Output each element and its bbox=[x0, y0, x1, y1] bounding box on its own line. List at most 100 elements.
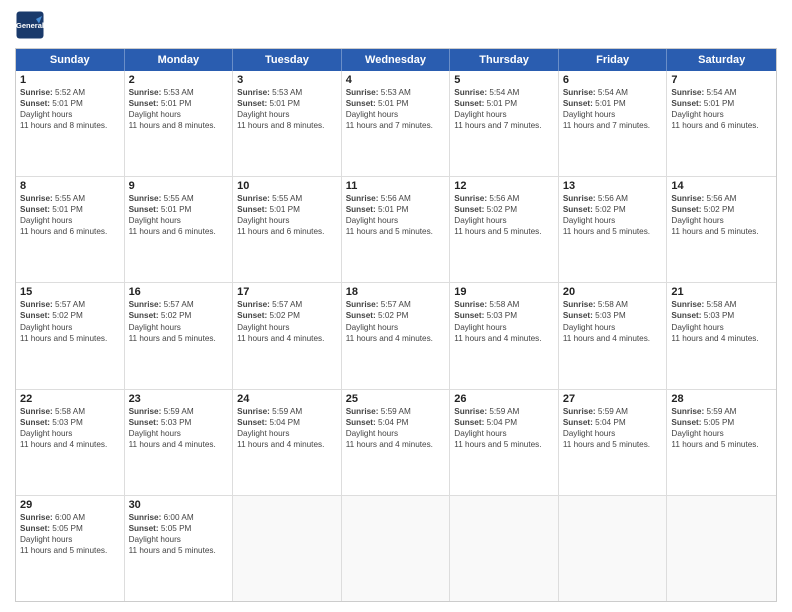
day-cell-9: 9Sunrise: 5:55 AMSunset: 5:01 PMDaylight… bbox=[125, 177, 234, 282]
day-info: Sunrise: 5:56 AMSunset: 5:02 PMDaylight … bbox=[563, 193, 663, 237]
day-cell-22: 22Sunrise: 5:58 AMSunset: 5:03 PMDayligh… bbox=[16, 390, 125, 495]
day-number: 3 bbox=[237, 74, 337, 86]
day-cell-15: 15Sunrise: 5:57 AMSunset: 5:02 PMDayligh… bbox=[16, 283, 125, 388]
day-info: Sunrise: 5:52 AMSunset: 5:01 PMDaylight … bbox=[20, 87, 120, 131]
day-info: Sunrise: 5:59 AMSunset: 5:04 PMDaylight … bbox=[237, 406, 337, 450]
day-cell-16: 16Sunrise: 5:57 AMSunset: 5:02 PMDayligh… bbox=[125, 283, 234, 388]
day-cell-19: 19Sunrise: 5:58 AMSunset: 5:03 PMDayligh… bbox=[450, 283, 559, 388]
day-number: 1 bbox=[20, 74, 120, 86]
day-cell-27: 27Sunrise: 5:59 AMSunset: 5:04 PMDayligh… bbox=[559, 390, 668, 495]
day-cell-28: 28Sunrise: 5:59 AMSunset: 5:05 PMDayligh… bbox=[667, 390, 776, 495]
day-number: 21 bbox=[671, 286, 772, 298]
day-info: Sunrise: 5:53 AMSunset: 5:01 PMDaylight … bbox=[346, 87, 446, 131]
day-cell-12: 12Sunrise: 5:56 AMSunset: 5:02 PMDayligh… bbox=[450, 177, 559, 282]
day-cell-2: 2Sunrise: 5:53 AMSunset: 5:01 PMDaylight… bbox=[125, 71, 234, 176]
day-number: 5 bbox=[454, 74, 554, 86]
day-number: 10 bbox=[237, 180, 337, 192]
day-info: Sunrise: 5:59 AMSunset: 5:03 PMDaylight … bbox=[129, 406, 229, 450]
page: General SundayMondayTuesdayWednesdayThur… bbox=[0, 0, 792, 612]
header-cell-tuesday: Tuesday bbox=[233, 49, 342, 71]
day-number: 13 bbox=[563, 180, 663, 192]
day-info: Sunrise: 5:59 AMSunset: 5:04 PMDaylight … bbox=[563, 406, 663, 450]
day-info: Sunrise: 5:59 AMSunset: 5:04 PMDaylight … bbox=[454, 406, 554, 450]
week-row-2: 8Sunrise: 5:55 AMSunset: 5:01 PMDaylight… bbox=[16, 177, 776, 283]
day-cell-empty-3 bbox=[342, 496, 451, 601]
day-info: Sunrise: 5:54 AMSunset: 5:01 PMDaylight … bbox=[563, 87, 663, 131]
logo-icon: General bbox=[15, 10, 45, 40]
day-number: 24 bbox=[237, 393, 337, 405]
day-number: 30 bbox=[129, 499, 229, 511]
day-cell-4: 4Sunrise: 5:53 AMSunset: 5:01 PMDaylight… bbox=[342, 71, 451, 176]
day-number: 12 bbox=[454, 180, 554, 192]
week-row-1: 1Sunrise: 5:52 AMSunset: 5:01 PMDaylight… bbox=[16, 71, 776, 177]
day-cell-26: 26Sunrise: 5:59 AMSunset: 5:04 PMDayligh… bbox=[450, 390, 559, 495]
day-cell-5: 5Sunrise: 5:54 AMSunset: 5:01 PMDaylight… bbox=[450, 71, 559, 176]
day-cell-empty-6 bbox=[667, 496, 776, 601]
day-info: Sunrise: 5:57 AMSunset: 5:02 PMDaylight … bbox=[20, 299, 120, 343]
day-number: 18 bbox=[346, 286, 446, 298]
day-cell-25: 25Sunrise: 5:59 AMSunset: 5:04 PMDayligh… bbox=[342, 390, 451, 495]
week-row-3: 15Sunrise: 5:57 AMSunset: 5:02 PMDayligh… bbox=[16, 283, 776, 389]
calendar-body: 1Sunrise: 5:52 AMSunset: 5:01 PMDaylight… bbox=[16, 71, 776, 601]
week-row-4: 22Sunrise: 5:58 AMSunset: 5:03 PMDayligh… bbox=[16, 390, 776, 496]
day-cell-11: 11Sunrise: 5:56 AMSunset: 5:01 PMDayligh… bbox=[342, 177, 451, 282]
day-number: 7 bbox=[671, 74, 772, 86]
day-number: 25 bbox=[346, 393, 446, 405]
day-number: 19 bbox=[454, 286, 554, 298]
calendar-header: SundayMondayTuesdayWednesdayThursdayFrid… bbox=[16, 49, 776, 71]
day-info: Sunrise: 5:58 AMSunset: 5:03 PMDaylight … bbox=[563, 299, 663, 343]
day-number: 11 bbox=[346, 180, 446, 192]
header: General bbox=[15, 10, 777, 40]
header-cell-thursday: Thursday bbox=[450, 49, 559, 71]
day-number: 23 bbox=[129, 393, 229, 405]
header-cell-monday: Monday bbox=[125, 49, 234, 71]
day-cell-23: 23Sunrise: 5:59 AMSunset: 5:03 PMDayligh… bbox=[125, 390, 234, 495]
day-number: 6 bbox=[563, 74, 663, 86]
day-cell-7: 7Sunrise: 5:54 AMSunset: 5:01 PMDaylight… bbox=[667, 71, 776, 176]
day-info: Sunrise: 5:54 AMSunset: 5:01 PMDaylight … bbox=[454, 87, 554, 131]
day-info: Sunrise: 5:55 AMSunset: 5:01 PMDaylight … bbox=[20, 193, 120, 237]
day-info: Sunrise: 5:53 AMSunset: 5:01 PMDaylight … bbox=[237, 87, 337, 131]
day-info: Sunrise: 5:58 AMSunset: 5:03 PMDaylight … bbox=[454, 299, 554, 343]
day-number: 9 bbox=[129, 180, 229, 192]
day-cell-30: 30Sunrise: 6:00 AMSunset: 5:05 PMDayligh… bbox=[125, 496, 234, 601]
day-info: Sunrise: 5:53 AMSunset: 5:01 PMDaylight … bbox=[129, 87, 229, 131]
day-cell-6: 6Sunrise: 5:54 AMSunset: 5:01 PMDaylight… bbox=[559, 71, 668, 176]
day-cell-18: 18Sunrise: 5:57 AMSunset: 5:02 PMDayligh… bbox=[342, 283, 451, 388]
day-cell-29: 29Sunrise: 6:00 AMSunset: 5:05 PMDayligh… bbox=[16, 496, 125, 601]
day-cell-1: 1Sunrise: 5:52 AMSunset: 5:01 PMDaylight… bbox=[16, 71, 125, 176]
day-number: 4 bbox=[346, 74, 446, 86]
day-info: Sunrise: 5:55 AMSunset: 5:01 PMDaylight … bbox=[129, 193, 229, 237]
day-number: 14 bbox=[671, 180, 772, 192]
day-info: Sunrise: 6:00 AMSunset: 5:05 PMDaylight … bbox=[129, 512, 229, 556]
day-info: Sunrise: 5:56 AMSunset: 5:02 PMDaylight … bbox=[671, 193, 772, 237]
day-info: Sunrise: 5:55 AMSunset: 5:01 PMDaylight … bbox=[237, 193, 337, 237]
day-info: Sunrise: 5:54 AMSunset: 5:01 PMDaylight … bbox=[671, 87, 772, 131]
day-cell-8: 8Sunrise: 5:55 AMSunset: 5:01 PMDaylight… bbox=[16, 177, 125, 282]
day-info: Sunrise: 5:58 AMSunset: 5:03 PMDaylight … bbox=[671, 299, 772, 343]
header-cell-saturday: Saturday bbox=[667, 49, 776, 71]
day-info: Sunrise: 5:59 AMSunset: 5:04 PMDaylight … bbox=[346, 406, 446, 450]
day-cell-14: 14Sunrise: 5:56 AMSunset: 5:02 PMDayligh… bbox=[667, 177, 776, 282]
day-number: 20 bbox=[563, 286, 663, 298]
day-number: 22 bbox=[20, 393, 120, 405]
day-cell-10: 10Sunrise: 5:55 AMSunset: 5:01 PMDayligh… bbox=[233, 177, 342, 282]
svg-text:General: General bbox=[16, 21, 44, 30]
day-cell-3: 3Sunrise: 5:53 AMSunset: 5:01 PMDaylight… bbox=[233, 71, 342, 176]
week-row-5: 29Sunrise: 6:00 AMSunset: 5:05 PMDayligh… bbox=[16, 496, 776, 601]
header-cell-wednesday: Wednesday bbox=[342, 49, 451, 71]
day-info: Sunrise: 5:57 AMSunset: 5:02 PMDaylight … bbox=[346, 299, 446, 343]
day-number: 29 bbox=[20, 499, 120, 511]
day-info: Sunrise: 5:56 AMSunset: 5:01 PMDaylight … bbox=[346, 193, 446, 237]
day-info: Sunrise: 5:57 AMSunset: 5:02 PMDaylight … bbox=[129, 299, 229, 343]
logo: General bbox=[15, 10, 49, 40]
header-cell-sunday: Sunday bbox=[16, 49, 125, 71]
day-info: Sunrise: 6:00 AMSunset: 5:05 PMDaylight … bbox=[20, 512, 120, 556]
day-cell-13: 13Sunrise: 5:56 AMSunset: 5:02 PMDayligh… bbox=[559, 177, 668, 282]
day-number: 16 bbox=[129, 286, 229, 298]
day-info: Sunrise: 5:59 AMSunset: 5:05 PMDaylight … bbox=[671, 406, 772, 450]
day-number: 26 bbox=[454, 393, 554, 405]
day-cell-24: 24Sunrise: 5:59 AMSunset: 5:04 PMDayligh… bbox=[233, 390, 342, 495]
day-info: Sunrise: 5:58 AMSunset: 5:03 PMDaylight … bbox=[20, 406, 120, 450]
day-cell-empty-5 bbox=[559, 496, 668, 601]
